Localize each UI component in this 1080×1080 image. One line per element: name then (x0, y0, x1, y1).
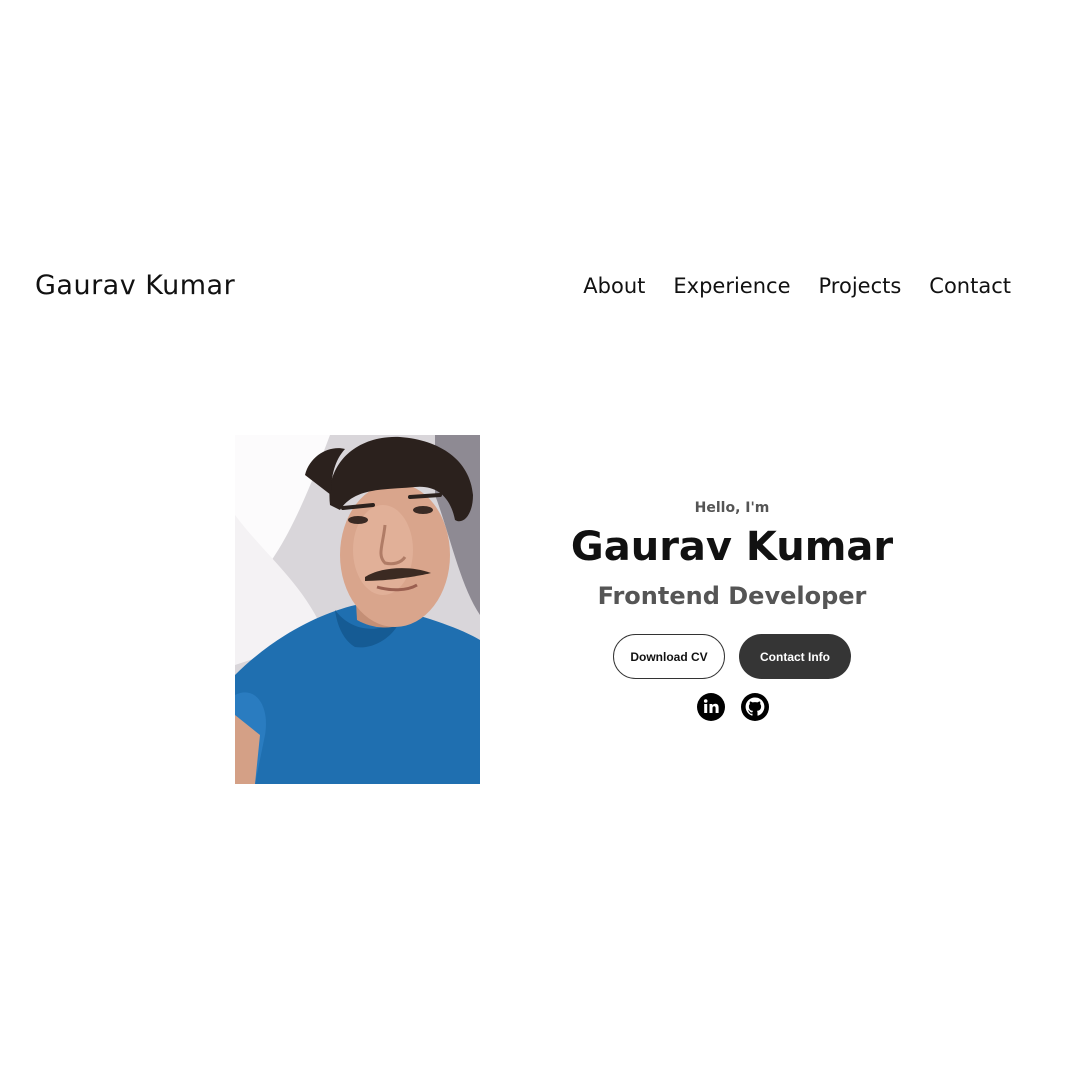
hero-greeting: Hello, I'm (694, 500, 770, 516)
linkedin-icon[interactable] (696, 692, 726, 722)
contact-info-button[interactable]: Contact Info (739, 634, 851, 679)
nav-link-contact[interactable]: Contact (929, 274, 1011, 298)
main-nav: About Experience Projects Contact (583, 274, 1011, 298)
portfolio-page: Gaurav Kumar About Experience Projects C… (0, 0, 1080, 1080)
hero-buttons: Download CV Contact Info (613, 634, 851, 679)
nav-link-about[interactable]: About (583, 274, 645, 298)
social-links (696, 692, 770, 722)
nav-link-projects[interactable]: Projects (819, 274, 902, 298)
hero-name: Gaurav Kumar (570, 524, 894, 570)
github-icon[interactable] (740, 692, 770, 722)
hero-role: Frontend Developer (597, 582, 867, 610)
download-cv-button[interactable]: Download CV (613, 634, 725, 679)
nav-link-experience[interactable]: Experience (673, 274, 790, 298)
hero-text: Hello, I'm Gaurav Kumar Frontend Develop… (560, 500, 904, 610)
site-logo[interactable]: Gaurav Kumar (35, 270, 235, 301)
profile-photo (235, 435, 480, 784)
